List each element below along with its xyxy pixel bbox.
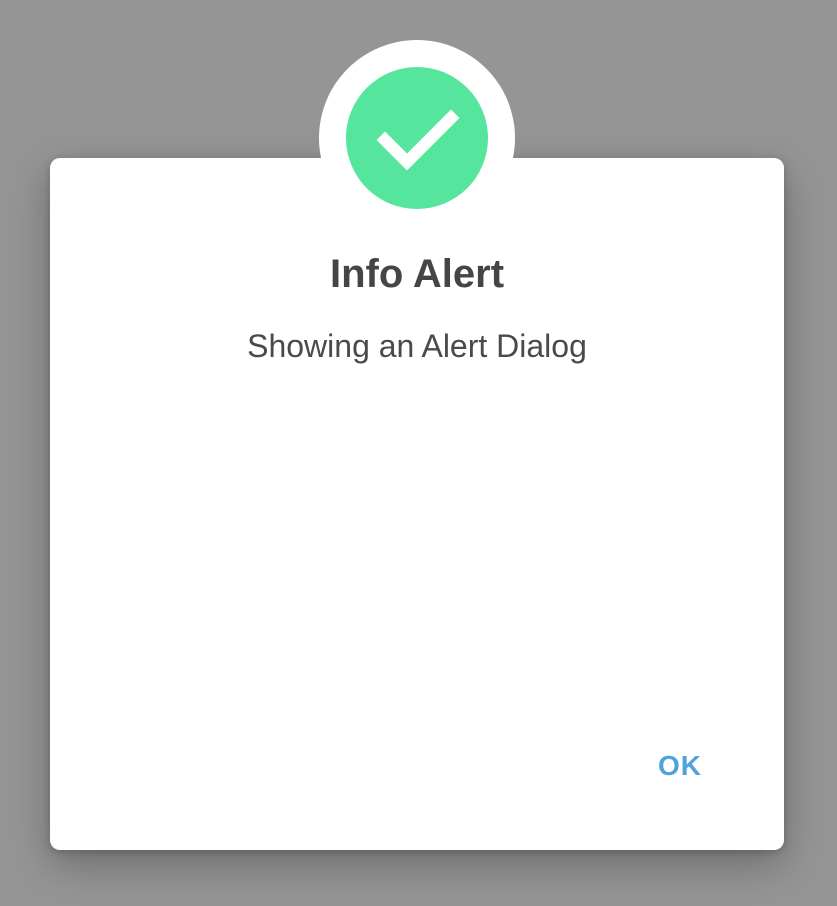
dialog-message: Showing an Alert Dialog xyxy=(247,328,587,364)
check-icon xyxy=(376,109,460,171)
success-badge xyxy=(346,67,488,209)
dialog-title: Info Alert xyxy=(329,252,505,296)
ok-button[interactable]: OK xyxy=(644,738,716,794)
